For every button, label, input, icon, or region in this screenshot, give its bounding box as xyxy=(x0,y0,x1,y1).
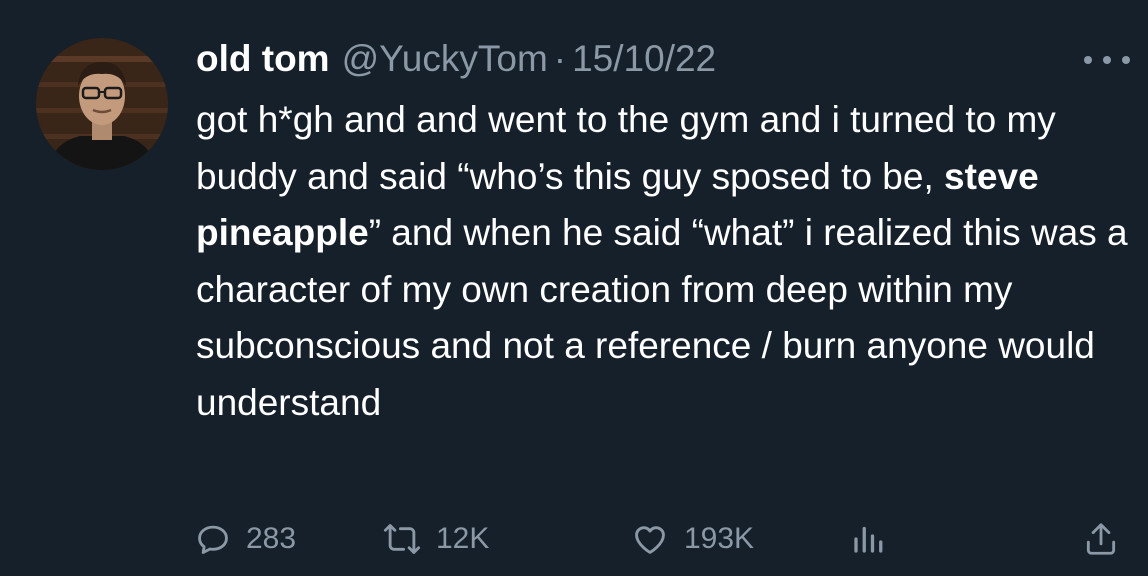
tweet-text-part1: got h*gh and and went to the gym and i t… xyxy=(196,99,1056,197)
user-handle[interactable]: @YuckyTom xyxy=(342,34,548,84)
share-button[interactable] xyxy=(1082,515,1134,563)
retweet-count: 12K xyxy=(436,522,490,555)
tweet-header: old tom @YuckyTom · 15/10/22 xyxy=(196,34,716,84)
retweet-icon xyxy=(383,524,421,554)
reply-button[interactable]: 283 xyxy=(194,515,296,563)
more-horizontal-icon-dot xyxy=(1103,56,1111,64)
views-chart-icon xyxy=(854,526,883,553)
separator-dot: · xyxy=(553,38,567,79)
tweet: old tom @YuckyTom · 15/10/22 got h*gh an… xyxy=(0,0,1148,576)
avatar[interactable] xyxy=(36,38,168,170)
like-count: 193K xyxy=(684,522,755,555)
retweet-button[interactable]: 12K xyxy=(382,515,489,563)
reply-count: 283 xyxy=(246,522,297,555)
more-horizontal-icon-dot xyxy=(1122,56,1130,64)
tweet-actions: 283 12K 193K xyxy=(194,515,1134,563)
avatar-photo xyxy=(36,38,168,170)
share-icon xyxy=(1086,523,1116,555)
more-horizontal-icon xyxy=(1084,56,1092,64)
reply-bubble-icon xyxy=(198,525,228,554)
views-button[interactable] xyxy=(850,515,900,563)
like-button[interactable]: 193K xyxy=(630,515,754,563)
heart-icon xyxy=(635,526,665,554)
display-name[interactable]: old tom xyxy=(196,34,330,84)
tweet-date[interactable]: 15/10/22 xyxy=(572,34,716,84)
more-options-button[interactable] xyxy=(1084,50,1130,70)
tweet-text: got h*gh and and went to the gym and i t… xyxy=(196,92,1131,432)
